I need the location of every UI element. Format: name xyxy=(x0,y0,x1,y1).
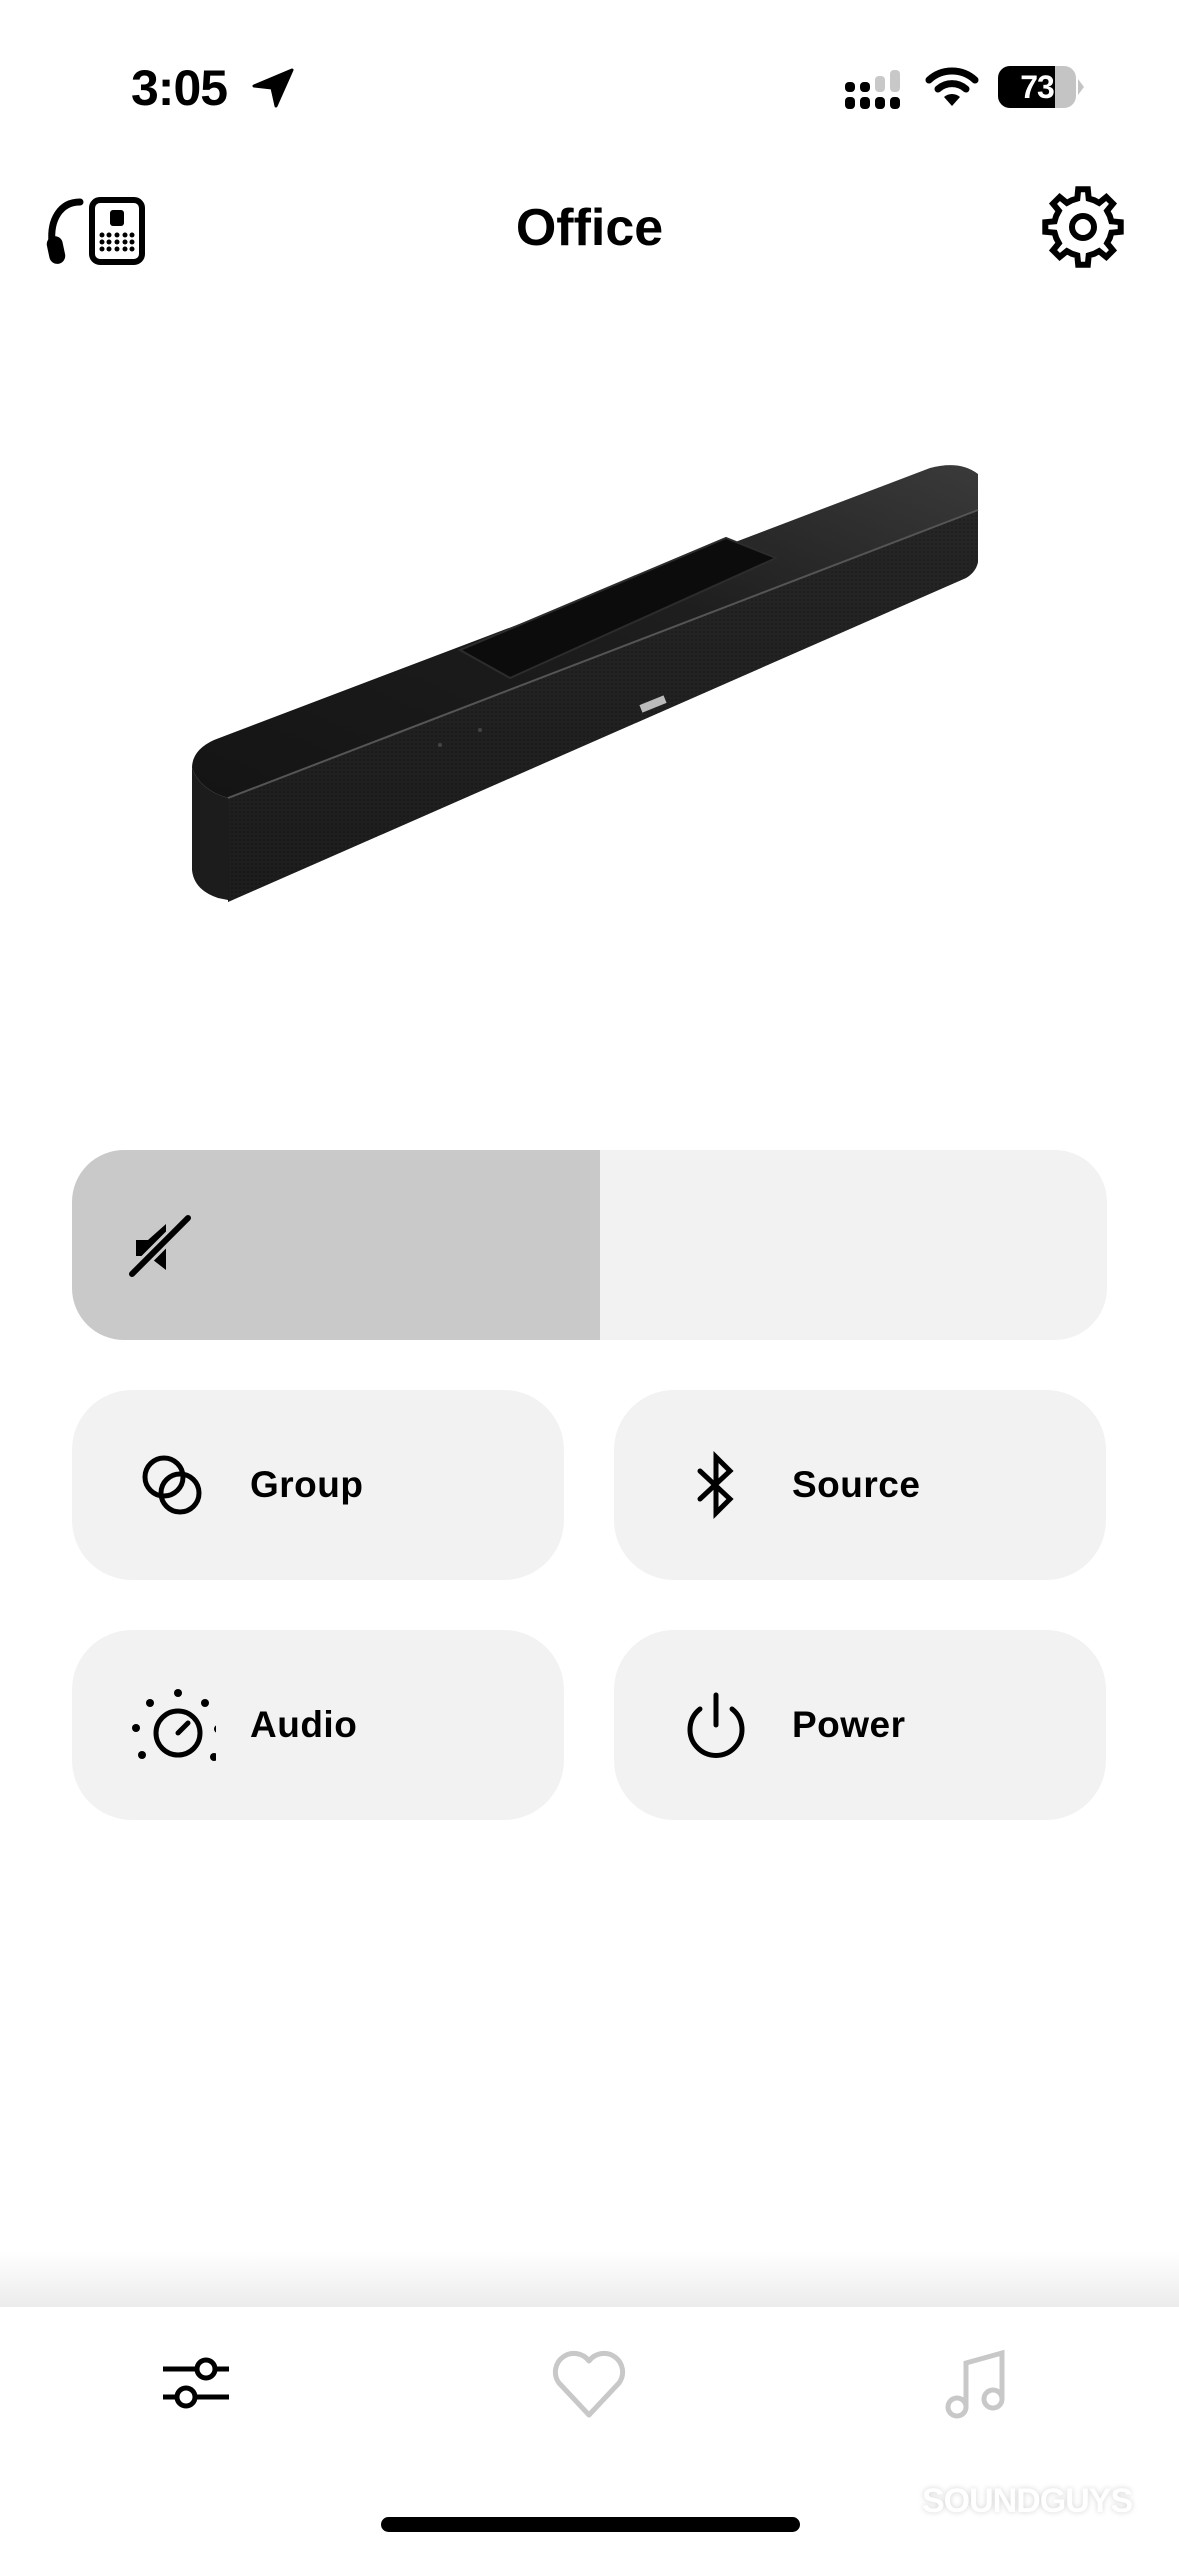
signal-bar xyxy=(860,82,870,92)
heart-icon xyxy=(552,2350,626,2418)
watermark: SOUNDGUYS xyxy=(922,2482,1133,2520)
audio-button-label: Audio xyxy=(250,1704,358,1745)
page-title: Office xyxy=(515,199,664,257)
signal-dot xyxy=(845,97,855,109)
signal-bar xyxy=(875,76,885,92)
battery-tip xyxy=(1078,79,1084,95)
volume-slider[interactable] xyxy=(72,1150,1107,1340)
group-rings-icon xyxy=(142,1455,202,1515)
group-button[interactable]: Group xyxy=(72,1390,564,1580)
signal-bar xyxy=(845,82,855,92)
battery-percent: 73 xyxy=(1020,69,1055,105)
battery-indicator: 73 xyxy=(998,66,1076,108)
tab-music[interactable] xyxy=(878,2307,1078,2457)
location-arrow-icon xyxy=(252,68,294,108)
source-button[interactable]: Source xyxy=(614,1390,1106,1580)
settings-button[interactable] xyxy=(1040,184,1126,270)
music-note-icon xyxy=(945,2349,1005,2419)
wifi-icon xyxy=(925,67,979,106)
power-button-label: Power xyxy=(792,1704,906,1745)
tab-bar-shadow xyxy=(0,2250,1179,2308)
signal-dot xyxy=(875,97,885,109)
power-button[interactable]: Power xyxy=(614,1630,1106,1820)
audio-knob-icon xyxy=(132,1689,216,1761)
signal-dot xyxy=(860,97,870,109)
source-button-label: Source xyxy=(792,1464,921,1505)
mute-button[interactable] xyxy=(122,1208,198,1284)
power-icon xyxy=(687,1692,745,1758)
status-time: 3:05 xyxy=(131,60,228,116)
speaker-muted-icon xyxy=(127,1213,193,1279)
group-button-label: Group xyxy=(250,1464,364,1505)
home-indicator[interactable] xyxy=(381,2517,800,2532)
sliders-icon xyxy=(163,2357,229,2409)
cellular-signal-icon xyxy=(845,70,900,109)
soundbar-product-image xyxy=(192,465,979,902)
tab-favorites[interactable] xyxy=(489,2307,689,2457)
bluetooth-icon xyxy=(697,1450,734,1520)
tab-controls[interactable] xyxy=(96,2307,296,2457)
signal-dot xyxy=(890,97,900,109)
audio-button[interactable]: Audio xyxy=(72,1630,564,1820)
signal-bar xyxy=(890,70,900,92)
gear-outline xyxy=(1042,186,1124,268)
gear-icon xyxy=(1042,186,1124,268)
